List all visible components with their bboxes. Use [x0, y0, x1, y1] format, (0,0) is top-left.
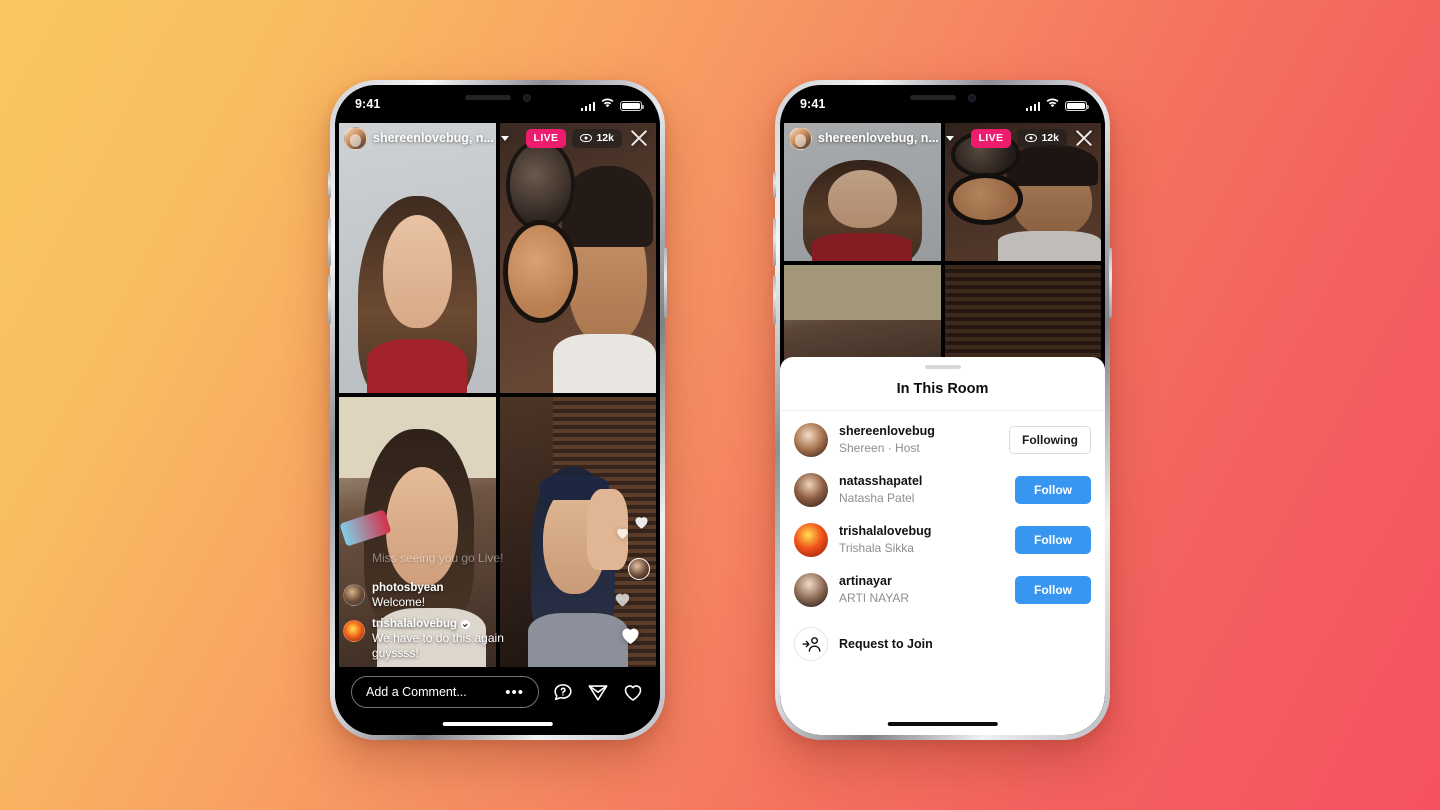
list-item[interactable]: shereenlovebug Shereen · Host Following: [794, 415, 1091, 465]
eye-icon: [1025, 134, 1038, 142]
comment-username[interactable]: photosbyean: [372, 582, 444, 594]
live-header-left: shereenlovebug, n... LIVE 12k: [339, 123, 656, 153]
volume-down-button[interactable]: [773, 276, 776, 324]
send-icon[interactable]: [587, 681, 609, 703]
status-time: 9:41: [800, 97, 826, 111]
comment-avatar[interactable]: [343, 620, 365, 642]
comment-item: Miss seeing you go Live!: [343, 550, 551, 574]
video-tile-shereen[interactable]: [339, 123, 496, 393]
viewer-count: 12k: [596, 132, 614, 144]
viewer-count: 12k: [1041, 132, 1059, 144]
live-title: shereenlovebug, n...: [818, 131, 939, 145]
home-indicator: [887, 721, 998, 726]
participant-username: artinayar: [839, 574, 892, 589]
comment-avatar[interactable]: [343, 584, 365, 606]
eye-icon: [580, 134, 593, 142]
comment-text: We have to do this again guyssss!: [372, 631, 504, 660]
heart-reaction-icon: [614, 525, 631, 541]
participant-fullname: Natasha Patel: [839, 490, 915, 505]
screen-left: shereenlovebug, n... LIVE 12k Miss seein…: [335, 85, 660, 735]
live-badge: LIVE: [525, 128, 567, 148]
comment-text: Miss seeing you go Live!: [372, 551, 504, 565]
live-badge: LIVE: [970, 128, 1012, 148]
live-title: shereenlovebug, n...: [373, 131, 494, 145]
reactions-stream: [612, 511, 652, 661]
close-icon[interactable]: [1073, 127, 1095, 149]
participant-username: trishalalovebug: [839, 524, 932, 539]
add-comment-input[interactable]: Add a Comment... •••: [351, 676, 539, 708]
viewer-count-pill[interactable]: 12k: [572, 128, 622, 148]
participant-fullname: Trishala Sikka: [839, 540, 914, 555]
heart-reaction-icon: [612, 589, 633, 609]
list-item[interactable]: trishalalovebug Trishala Sikka Follow: [794, 515, 1091, 565]
participant-username: shereenlovebug: [839, 424, 935, 439]
avatar[interactable]: [794, 523, 828, 557]
host-avatar[interactable]: [789, 126, 812, 150]
avatar[interactable]: [794, 573, 828, 607]
avatar[interactable]: [794, 423, 828, 457]
power-button[interactable]: [1109, 248, 1112, 318]
question-bubble-icon[interactable]: [552, 681, 574, 703]
notch: [421, 85, 574, 110]
reaction-avatar: [628, 558, 650, 580]
screenshot-stage: shereenlovebug, n... LIVE 12k Miss seein…: [0, 0, 1440, 810]
room-participant-list: shereenlovebug Shereen · Host Following …: [780, 411, 1105, 669]
live-header-right: shereenlovebug, n... LIVE 12k: [784, 123, 1101, 153]
more-dots-icon[interactable]: •••: [505, 685, 524, 700]
cellular-signal-icon: [580, 101, 595, 111]
comment-username[interactable]: trishalalovebug: [372, 618, 551, 630]
mute-switch[interactable]: [773, 172, 776, 198]
verified-badge-icon: [461, 619, 470, 629]
participant-fullname: Shereen · Host: [839, 440, 920, 455]
follow-button[interactable]: Follow: [1015, 576, 1091, 604]
following-button[interactable]: Following: [1009, 426, 1091, 454]
cellular-signal-icon: [1025, 101, 1040, 111]
status-time: 9:41: [355, 97, 381, 111]
chevron-down-icon[interactable]: [945, 135, 954, 141]
participant-username: natasshapatel: [839, 474, 923, 489]
phone-left: shereenlovebug, n... LIVE 12k Miss seein…: [328, 80, 667, 740]
front-camera: [522, 93, 531, 102]
comment-item: photosbyean Welcome!: [343, 582, 551, 610]
host-avatar[interactable]: [344, 126, 367, 150]
earpiece-speaker: [464, 95, 511, 100]
screen-right: shereenlovebug, n... LIVE 12k In This Ro…: [780, 85, 1105, 735]
list-item[interactable]: natasshapatel Natasha Patel Follow: [794, 465, 1091, 515]
comment-placeholder: Add a Comment...: [366, 685, 467, 699]
earpiece-speaker: [909, 95, 956, 100]
comment-item: trishalalovebug We have to do this again…: [343, 618, 551, 661]
heart-reaction-icon: [632, 513, 651, 531]
front-camera: [967, 93, 976, 102]
wifi-icon: [1045, 97, 1060, 111]
volume-up-button[interactable]: [328, 218, 331, 266]
battery-icon: [620, 100, 644, 111]
phone-right: shereenlovebug, n... LIVE 12k In This Ro…: [773, 80, 1112, 740]
follow-button[interactable]: Follow: [1015, 526, 1091, 554]
avatar[interactable]: [794, 473, 828, 507]
mute-switch[interactable]: [328, 172, 331, 198]
power-button[interactable]: [664, 248, 667, 318]
request-to-join-label: Request to Join: [839, 637, 933, 651]
chevron-down-icon[interactable]: [500, 135, 509, 141]
home-indicator: [442, 721, 553, 726]
notch: [866, 85, 1019, 110]
participant-fullname: ARTI NAYAR: [839, 590, 910, 605]
comments-overlay: Miss seeing you go Live! photosbyean Wel…: [343, 550, 551, 661]
list-item[interactable]: artinayar ARTI NAYAR Follow: [794, 565, 1091, 615]
in-this-room-sheet: In This Room shereenlovebug Shereen · Ho…: [780, 357, 1105, 735]
follow-button[interactable]: Follow: [1015, 476, 1091, 504]
heart-reaction-icon: [618, 623, 643, 647]
heart-icon[interactable]: [622, 681, 644, 703]
volume-down-button[interactable]: [328, 276, 331, 324]
close-icon[interactable]: [628, 127, 650, 149]
wifi-icon: [600, 97, 615, 111]
request-to-join-icon: [794, 627, 828, 661]
battery-icon: [1065, 100, 1089, 111]
video-tile-makeup[interactable]: [499, 123, 656, 393]
sheet-title: In This Room: [780, 369, 1105, 411]
comment-text: Welcome!: [372, 595, 426, 609]
request-to-join-row[interactable]: Request to Join: [794, 615, 1091, 669]
volume-up-button[interactable]: [773, 218, 776, 266]
viewer-count-pill[interactable]: 12k: [1017, 128, 1067, 148]
